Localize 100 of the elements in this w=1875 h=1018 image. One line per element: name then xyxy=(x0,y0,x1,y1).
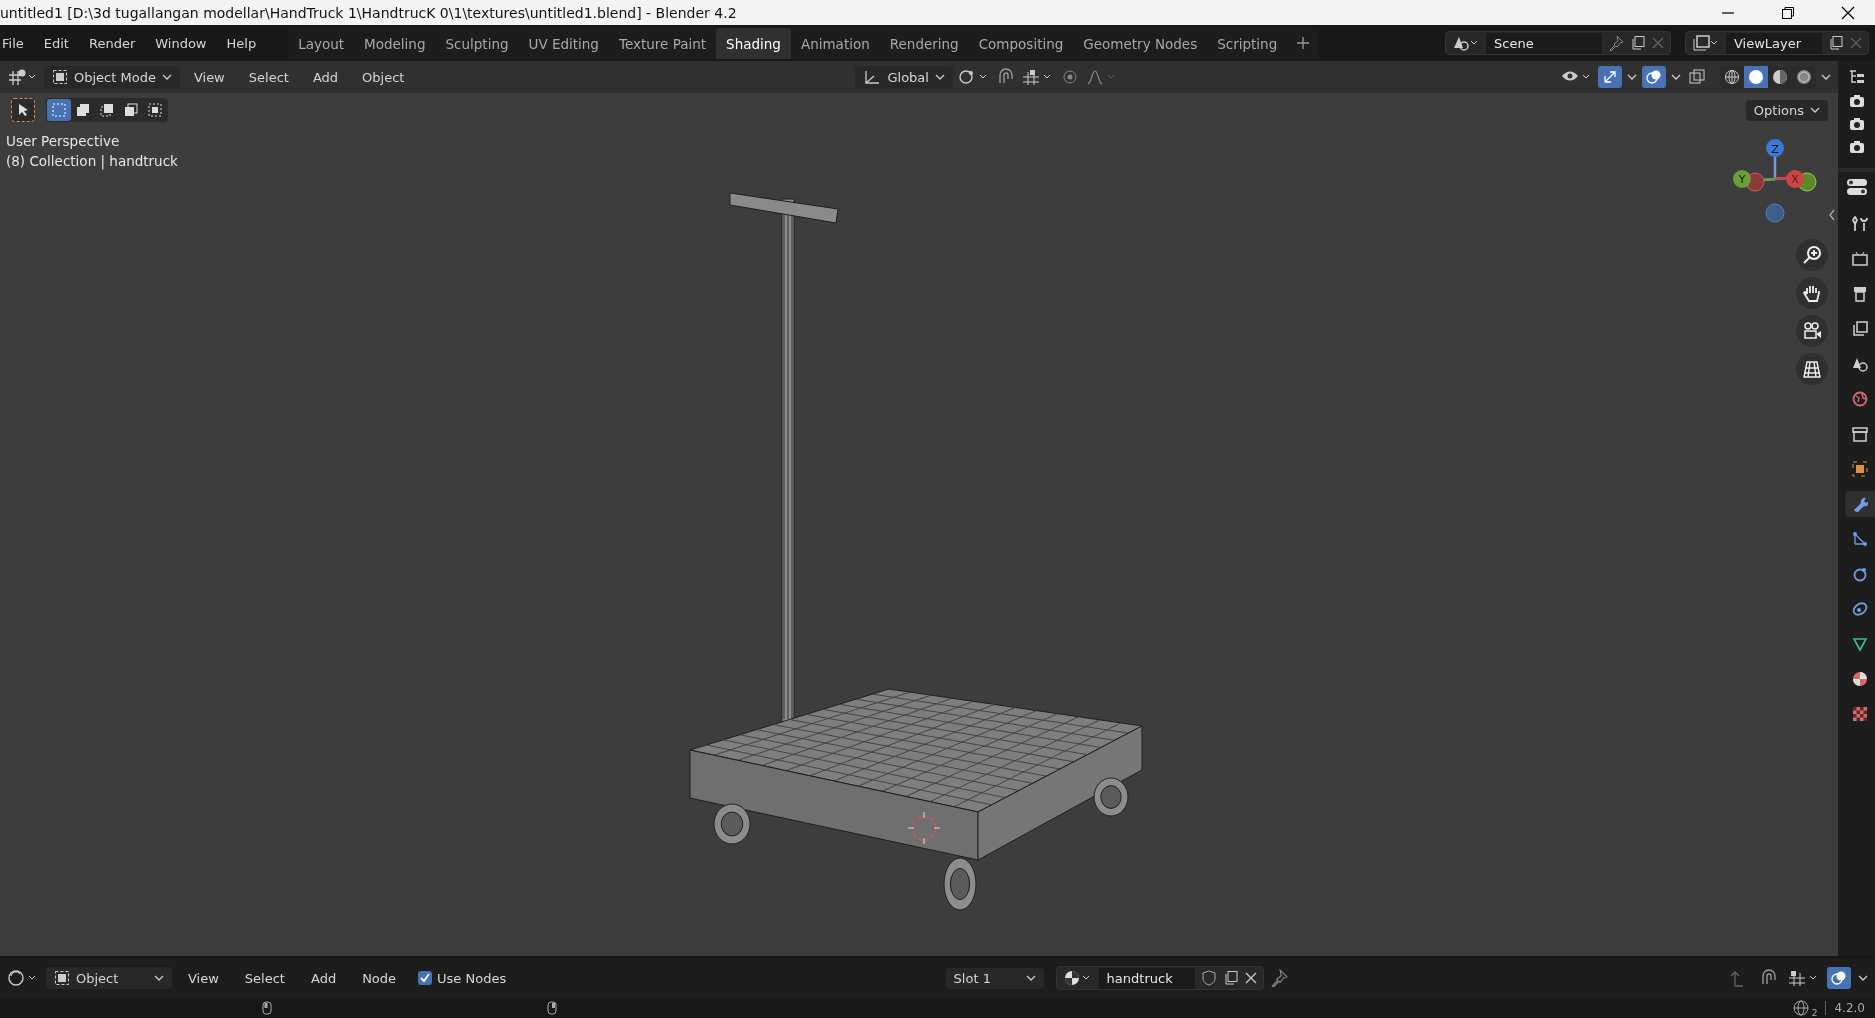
square-icon xyxy=(1851,461,1868,477)
cursor-tool-icon[interactable] xyxy=(10,97,36,123)
chevron-icon xyxy=(934,73,945,81)
object-mode-icon xyxy=(54,970,70,986)
use-nodes-checkbox[interactable]: Use Nodes xyxy=(418,970,507,986)
camera-icon[interactable] xyxy=(1848,117,1865,131)
properties-tab[interactable] xyxy=(1844,491,1875,517)
overlay-toggle[interactable] xyxy=(1642,66,1666,88)
menu-item[interactable]: Add xyxy=(300,966,347,990)
checkbox[interactable] xyxy=(418,971,433,985)
menu-item[interactable]: Window xyxy=(145,31,217,55)
camera-view-button[interactable] xyxy=(1796,315,1828,347)
menu-item[interactable]: File xyxy=(0,31,34,55)
solid-sphere-icon xyxy=(1748,69,1764,85)
close-icon[interactable] xyxy=(1841,5,1855,20)
gizmo-icon xyxy=(1602,69,1618,85)
camera-icon[interactable] xyxy=(1848,94,1865,108)
menu-item[interactable]: Add xyxy=(302,65,349,89)
chevron-icon[interactable] xyxy=(1670,73,1682,81)
axis-label: Z xyxy=(1771,142,1779,156)
menu-item[interactable]: View xyxy=(178,966,229,990)
chevron-icon xyxy=(154,974,164,982)
axis-label: X xyxy=(1791,173,1799,186)
workspace-tab[interactable]: Layout xyxy=(288,27,355,59)
menu-item[interactable]: Select xyxy=(234,966,295,990)
menu-item[interactable]: Help xyxy=(216,31,267,55)
workspace-tab[interactable]: Scripting xyxy=(1207,27,1288,59)
workspace-tab[interactable]: Sculpting xyxy=(435,27,519,59)
workspace-tab[interactable]: Texture Paint xyxy=(608,27,717,59)
toggle-icon[interactable] xyxy=(1845,178,1868,196)
tool-icon xyxy=(1851,216,1868,232)
chevron-left-icon[interactable] xyxy=(1828,209,1836,221)
workspace-tab[interactable]: Geometry Nodes xyxy=(1073,27,1208,59)
object-mode-icon xyxy=(52,69,68,85)
restore-icon[interactable] xyxy=(1781,5,1795,20)
menu-item[interactable]: Object xyxy=(352,65,415,89)
chevron-icon xyxy=(1810,106,1820,114)
nodes-icon xyxy=(1851,531,1868,547)
orientation-dropdown[interactable]: Global xyxy=(855,66,953,88)
chevron-icon[interactable] xyxy=(1857,974,1869,982)
chevron-icon xyxy=(1025,974,1036,982)
select-set-icon xyxy=(51,102,67,118)
workspace-tab[interactable]: Modeling xyxy=(354,27,436,59)
pin-icon[interactable] xyxy=(1269,969,1288,987)
mouse-icon xyxy=(547,1001,557,1015)
slot-dropdown[interactable]: Slot 1 xyxy=(945,967,1044,989)
movie-camera-icon xyxy=(1802,321,1822,341)
camera-back-icon xyxy=(1851,251,1868,267)
shader-type-dropdown[interactable]: Object xyxy=(46,967,172,989)
globe-icon xyxy=(1792,1000,1809,1016)
menu-item[interactable]: View xyxy=(183,65,235,89)
workspace-tab[interactable]: Shading xyxy=(716,27,791,59)
chevron-icon[interactable] xyxy=(1626,73,1638,81)
axis-label: Y xyxy=(1738,173,1746,186)
3d-cursor-icon xyxy=(907,811,941,845)
mode-dropdown[interactable]: Object Mode xyxy=(44,66,180,88)
axes-icon xyxy=(863,69,882,85)
box-icon xyxy=(1851,426,1868,442)
mouse-icon xyxy=(262,1001,272,1015)
shapes-icon xyxy=(1851,356,1868,372)
window-title: untitled1 [D:\3d tugallangan modellar\HandTruck 1\HandtrucK 0\1\textures\untitled1.blend] - Blender 4.2 xyxy=(0,4,737,21)
menu-item[interactable]: Select xyxy=(238,65,299,89)
ortho-toggle-button[interactable] xyxy=(1796,353,1828,385)
triangle-icon xyxy=(1851,636,1868,652)
xray-icon[interactable] xyxy=(1686,67,1708,87)
workspace-tab[interactable]: Compositing xyxy=(968,27,1074,59)
select-intersect-icon xyxy=(147,102,163,118)
image-stack-icon xyxy=(1851,321,1868,337)
workspace-tab[interactable]: Animation xyxy=(790,27,880,59)
material-sphere-icon xyxy=(1772,69,1788,85)
globe-icon xyxy=(1851,391,1868,407)
select-invert-icon xyxy=(123,102,139,118)
gizmo-toggle[interactable] xyxy=(1598,66,1622,88)
options-dropdown[interactable]: Options xyxy=(1745,99,1828,121)
viewport-info-text: (8) Collection | handtruck xyxy=(6,153,178,169)
menu-item[interactable]: Edit xyxy=(33,31,79,55)
outliner-icon[interactable] xyxy=(1847,69,1866,85)
menu-item[interactable]: Node xyxy=(352,966,407,990)
orbit-icon xyxy=(1851,566,1868,582)
shading-button[interactable] xyxy=(1744,66,1768,88)
add-icon[interactable] xyxy=(1297,37,1310,49)
select-subtract-icon xyxy=(99,102,115,118)
chevron-icon xyxy=(161,73,172,81)
workspace-tab[interactable]: Rendering xyxy=(879,27,969,59)
workspace-tab[interactable]: UV Editing xyxy=(518,27,609,59)
camera-icon[interactable] xyxy=(1848,140,1865,154)
axis-gizmo-drawing[interactable]: Z Y X xyxy=(1733,139,1817,223)
viewport-info-text: User Perspective xyxy=(6,133,120,149)
overlay-toggle[interactable] xyxy=(1827,967,1851,989)
printer-icon xyxy=(1851,286,1868,302)
pan-button[interactable] xyxy=(1796,277,1828,309)
rendered-sphere-icon xyxy=(1796,69,1812,85)
chevron-icon[interactable] xyxy=(1820,73,1832,81)
overlay-icon xyxy=(1646,69,1662,85)
overlay-icon xyxy=(1831,970,1847,986)
zoom-button[interactable] xyxy=(1796,239,1828,271)
hand-icon xyxy=(1802,283,1822,303)
checker-icon xyxy=(1851,706,1868,722)
menu-item[interactable]: Render xyxy=(78,31,146,55)
sphere-icon xyxy=(1851,671,1868,687)
